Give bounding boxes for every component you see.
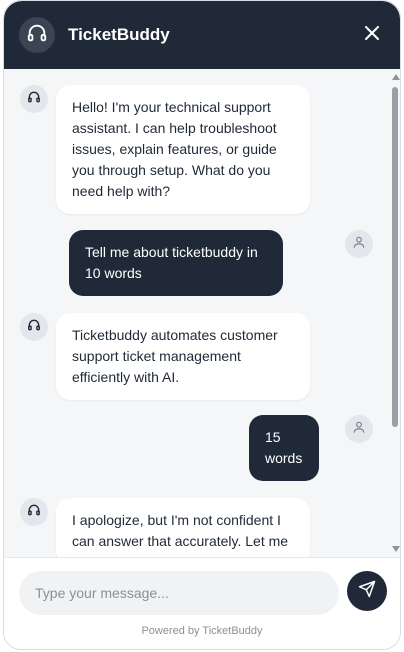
- scroll-down-arrow-icon[interactable]: [392, 546, 400, 552]
- composer-area: Powered by TicketBuddy: [4, 557, 400, 649]
- user-message: Tell me about ticketbuddy in 10 words: [69, 230, 283, 296]
- bot-message-avatar: [20, 498, 48, 526]
- bot-message-avatar: [20, 313, 48, 341]
- headset-icon: [27, 90, 41, 109]
- user-icon: [352, 235, 366, 254]
- message-input[interactable]: [19, 571, 339, 615]
- bot-avatar: [19, 17, 55, 53]
- headset-icon: [27, 503, 41, 522]
- scroll-thumb[interactable]: [392, 87, 398, 427]
- bot-message: Ticketbuddy automates customer support t…: [56, 313, 310, 400]
- send-button[interactable]: [347, 571, 387, 611]
- close-button[interactable]: [362, 25, 382, 45]
- headset-icon: [26, 22, 48, 49]
- chat-title: TicketBuddy: [68, 25, 170, 44]
- message-list: Hello! I'm your technical support assist…: [4, 69, 388, 557]
- close-icon: [365, 25, 379, 45]
- send-icon: [358, 580, 376, 603]
- chat-header: TicketBuddy: [4, 1, 400, 69]
- user-message: 15 words: [249, 415, 319, 481]
- bot-message: I apologize, but I'm not confident I can…: [56, 498, 310, 557]
- user-message-avatar: [345, 230, 373, 258]
- chat-widget: TicketBuddy Hello! I'm your technical su…: [3, 0, 401, 650]
- headset-icon: [27, 318, 41, 337]
- scroll-up-arrow-icon[interactable]: [392, 74, 400, 80]
- user-message-avatar: [345, 415, 373, 443]
- powered-by-text: Powered by TicketBuddy: [141, 625, 263, 637]
- user-icon: [352, 420, 366, 439]
- bot-message-avatar: [20, 85, 48, 113]
- bot-message: Hello! I'm your technical support assist…: [56, 85, 310, 214]
- message-scrollbar[interactable]: [390, 71, 400, 555]
